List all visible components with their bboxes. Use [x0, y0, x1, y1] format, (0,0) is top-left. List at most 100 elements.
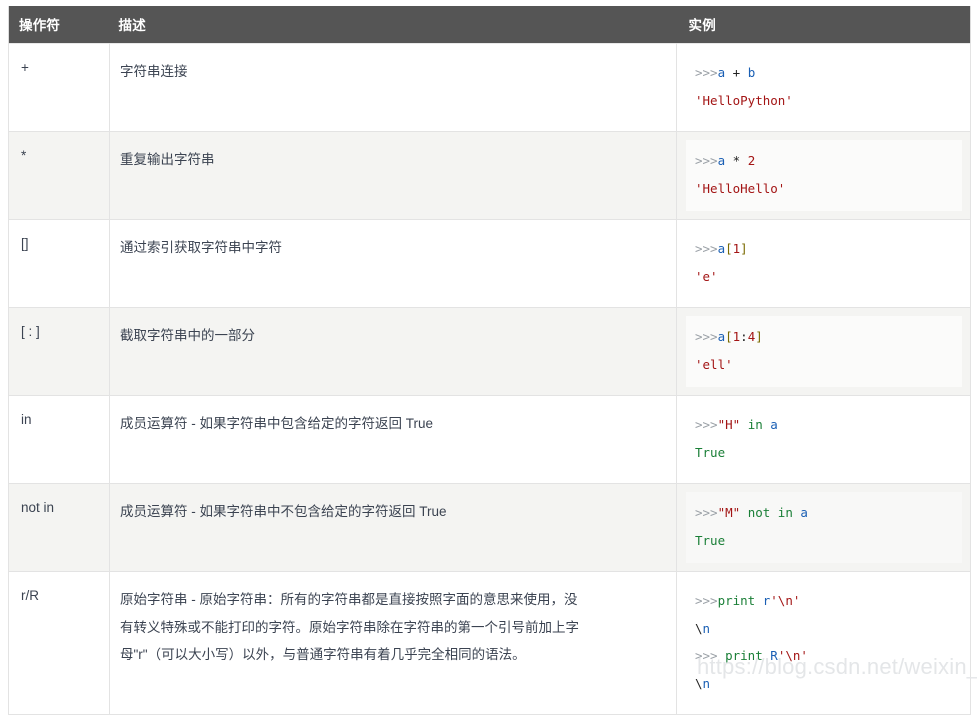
cell-description: 成员运算符 - 如果字符串中不包含给定的字符返回 True [109, 483, 677, 572]
code-token-prompt: >>> [695, 329, 718, 344]
code-block: >>>"H" in a True [686, 404, 962, 475]
cell-example: >>>print r'\n' \n >>> print R'\n' \n [676, 571, 971, 715]
code-token-var: a [800, 505, 808, 520]
code-line: >>>a[1:4] [695, 323, 953, 351]
operators-table-container: 操作符 描述 实例 + 字符串连接 >>>a + b 'HelloPython' * 重复… [8, 6, 971, 715]
cell-operator: r/R [8, 571, 110, 715]
code-token-prompt: >>> [695, 593, 718, 608]
code-token-brkt: [ [725, 329, 733, 344]
cell-example: >>>"H" in a True [676, 395, 971, 484]
code-line: >>>"M" not in a [695, 499, 953, 527]
code-line: \n [695, 670, 953, 698]
code-line: True [695, 439, 953, 467]
cell-description: 原始字符串 - 原始字符串：所有的字符串都是直接按照字面的意思来使用，没 有转义特… [109, 571, 677, 715]
table-row: not in 成员运算符 - 如果字符串中不包含给定的字符返回 True >>>"M… [8, 483, 971, 572]
column-header-description: 描述 [109, 6, 677, 44]
string-operators-table: 操作符 描述 实例 + 字符串连接 >>>a + b 'HelloPython' * 重复… [8, 6, 971, 715]
table-body: + 字符串连接 >>>a + b 'HelloPython' * 重复输出字符串 >>>a … [8, 43, 971, 715]
description-line: 截取字符串中的一部分 [120, 328, 255, 343]
code-token-prompt: >>> [695, 153, 718, 168]
code-token-fn: print [717, 593, 756, 608]
code-token-str: 'HelloHello' [695, 180, 786, 196]
code-token-str: "M" [717, 505, 741, 520]
table-row: r/R 原始字符串 - 原始字符串：所有的字符串都是直接按照字面的意思来使用，没有… [8, 571, 971, 715]
code-token-plain: \ [695, 675, 703, 691]
code-token-fn: print [725, 648, 763, 663]
code-token-var: a [717, 329, 726, 344]
table-row: [ : ] 截取字符串中的一部分 >>>a[1:4] 'ell' [8, 307, 971, 396]
description-line: 字符串连接 [120, 64, 188, 79]
code-token-prompt: >>> [695, 505, 718, 520]
description-line: 有转义特殊或不能打印的字符。原始字符串除在字符串的第一个引号前加上字 [120, 619, 579, 635]
cell-operator: * [8, 131, 110, 220]
code-line: 'ell' [695, 351, 953, 379]
cell-example: >>>"M" not in a True [676, 483, 971, 572]
cell-description: 成员运算符 - 如果字符串中包含给定的字符返回 True [109, 395, 677, 484]
code-token-str: '\n' [777, 648, 808, 663]
code-block: >>>a * 2 'HelloHello' [686, 140, 962, 211]
code-token-var: a [717, 241, 726, 256]
code-token-str: 'e' [695, 268, 718, 284]
code-token-esc: n [702, 620, 711, 636]
code-token-var: b [747, 65, 756, 80]
code-block: >>>"M" not in a True [686, 492, 962, 563]
code-line: >>>"H" in a [695, 411, 953, 439]
code-token-var: a [717, 65, 726, 80]
code-token-esc: n [702, 675, 711, 691]
code-line: 'e' [695, 263, 953, 291]
table-header: 操作符 描述 实例 [8, 6, 971, 44]
cell-operator: in [8, 395, 110, 484]
code-block: >>>a[1:4] 'ell' [686, 316, 962, 387]
code-line: 'HelloPython' [695, 87, 953, 115]
code-token-kw: in [747, 417, 763, 432]
table-header-row: 操作符 描述 实例 [8, 6, 971, 44]
code-line: 'HelloHello' [695, 175, 953, 203]
code-line: >>>print r'\n' [695, 587, 953, 615]
cell-description: 截取字符串中的一部分 [109, 307, 677, 396]
code-token-op: * [725, 153, 748, 168]
cell-description: 重复输出字符串 [109, 131, 677, 220]
code-token-prompt: >>> [695, 241, 718, 256]
cell-operator: [ : ] [8, 307, 110, 396]
table-row: in 成员运算符 - 如果字符串中包含给定的字符返回 True >>>"H" in … [8, 395, 971, 484]
table-row: * 重复输出字符串 >>>a * 2 'HelloHello' [8, 131, 971, 220]
cell-example: >>>a[1:4] 'ell' [676, 307, 971, 396]
cell-example: >>>a * 2 'HelloHello' [676, 131, 971, 220]
code-token-brkt: [ [725, 241, 733, 256]
code-token-bool: True [695, 532, 726, 548]
table-row: + 字符串连接 >>>a + b 'HelloPython' [8, 43, 971, 132]
description-line: 重复输出字符串 [120, 152, 215, 167]
column-header-example: 实例 [676, 6, 971, 44]
code-line: >>>a + b [695, 59, 953, 87]
code-token-prompt: >>> [695, 648, 726, 663]
table-row: [] 通过索引获取字符串中字符 >>>a[1] 'e' [8, 219, 971, 308]
cell-example: >>>a + b 'HelloPython' [676, 43, 971, 132]
cell-operator: + [8, 43, 110, 132]
cell-example: >>>a[1] 'e' [676, 219, 971, 308]
code-line: True [695, 527, 953, 555]
code-line: \n [695, 615, 953, 643]
code-token-kw: not in [747, 505, 793, 520]
code-token-prompt: >>> [695, 417, 718, 432]
code-token-plain: \ [695, 620, 703, 636]
code-token-var: R [770, 648, 778, 663]
cell-operator: [] [8, 219, 110, 308]
code-token-str: 'HelloPython' [695, 92, 793, 108]
code-token-brkt: ] [740, 241, 748, 256]
code-block: >>>a + b 'HelloPython' [686, 52, 962, 123]
description-line: 母"r"（可以大小写）以外，与普通字符串有着几乎完全相同的语法。 [120, 647, 526, 663]
cell-operator: not in [8, 483, 110, 572]
code-token-op: + [725, 65, 748, 80]
code-line: >>> print R'\n' [695, 642, 953, 670]
code-token-bool: True [695, 444, 726, 460]
code-token-brkt: ] [755, 329, 763, 344]
code-token-prompt: >>> [695, 65, 718, 80]
cell-description: 通过索引获取字符串中字符 [109, 219, 677, 308]
code-token-var: a [770, 417, 778, 432]
code-line: >>>a * 2 [695, 147, 953, 175]
description-line: 通过索引获取字符串中字符 [120, 240, 282, 255]
code-block: >>>print r'\n' \n >>> print R'\n' \n [686, 580, 962, 706]
code-block: >>>a[1] 'e' [686, 228, 962, 299]
